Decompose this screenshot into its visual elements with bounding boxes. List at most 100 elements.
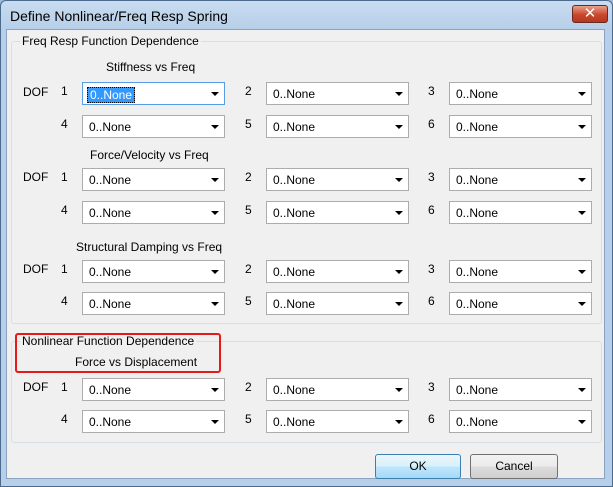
dof-number: 4 bbox=[61, 294, 68, 308]
damping-dof5-dropdown[interactable]: 0..None bbox=[266, 292, 409, 315]
dof-number: 1 bbox=[61, 84, 68, 98]
stiffness-dof3-dropdown[interactable]: 0..None bbox=[449, 82, 592, 105]
dof-number: 2 bbox=[245, 380, 252, 394]
force-velocity-dof2-dropdown[interactable]: 0..None bbox=[266, 168, 409, 191]
dropdown-value: 0..None bbox=[456, 297, 499, 311]
dof-number: 3 bbox=[428, 170, 435, 184]
dof-number: 6 bbox=[428, 412, 435, 426]
chevron-down-icon bbox=[395, 125, 403, 129]
dropdown-value: 0..None bbox=[89, 173, 132, 187]
dof-number: 5 bbox=[245, 203, 252, 217]
chevron-down-icon bbox=[578, 92, 586, 96]
dropdown-value: 0..None bbox=[456, 265, 499, 279]
force-displacement-dof3-dropdown[interactable]: 0..None bbox=[449, 378, 592, 401]
force-velocity-dof1-dropdown[interactable]: 0..None bbox=[82, 168, 225, 191]
chevron-down-icon bbox=[578, 178, 586, 182]
chevron-down-icon bbox=[395, 211, 403, 215]
dropdown-value: 0..None bbox=[273, 415, 316, 429]
chevron-down-icon bbox=[211, 302, 219, 306]
damping-dof4-dropdown[interactable]: 0..None bbox=[82, 292, 225, 315]
dropdown-value: 0..None bbox=[273, 87, 316, 101]
dropdown-value: 0..None bbox=[89, 265, 132, 279]
dropdown-value: 0..None bbox=[89, 415, 132, 429]
ok-button[interactable]: OK bbox=[375, 454, 461, 479]
stiffness-dof2-dropdown[interactable]: 0..None bbox=[266, 82, 409, 105]
force-displacement-dof6-dropdown[interactable]: 0..None bbox=[449, 410, 592, 433]
force-velocity-dof6-dropdown[interactable]: 0..None bbox=[449, 201, 592, 224]
dof-number: 3 bbox=[428, 84, 435, 98]
stiffness-dof6-dropdown[interactable]: 0..None bbox=[449, 115, 592, 138]
damping-dof1-dropdown[interactable]: 0..None bbox=[82, 260, 225, 283]
dof-number: 2 bbox=[245, 84, 252, 98]
dropdown-value: 0..None bbox=[89, 297, 132, 311]
dropdown-value: 0..None bbox=[273, 120, 316, 134]
dropdown-value: 0..None bbox=[87, 87, 136, 103]
chevron-down-icon bbox=[395, 388, 403, 392]
chevron-down-icon bbox=[578, 302, 586, 306]
force-displacement-dof1-dropdown[interactable]: 0..None bbox=[82, 378, 225, 401]
chevron-down-icon bbox=[395, 420, 403, 424]
dof-number: 1 bbox=[61, 262, 68, 276]
dropdown-value: 0..None bbox=[456, 383, 499, 397]
section-title-stiffness: Stiffness vs Freq bbox=[106, 60, 196, 74]
close-icon: ✕ bbox=[583, 4, 597, 22]
dof-number: 2 bbox=[245, 262, 252, 276]
stiffness-dof5-dropdown[interactable]: 0..None bbox=[266, 115, 409, 138]
chevron-down-icon bbox=[395, 270, 403, 274]
dropdown-value: 0..None bbox=[456, 415, 499, 429]
force-displacement-dof5-dropdown[interactable]: 0..None bbox=[266, 410, 409, 433]
chevron-down-icon bbox=[211, 420, 219, 424]
window-title: Define Nonlinear/Freq Resp Spring bbox=[10, 8, 228, 24]
dof-label: DOF bbox=[23, 85, 49, 99]
damping-dof6-dropdown[interactable]: 0..None bbox=[449, 292, 592, 315]
chevron-down-icon bbox=[395, 92, 403, 96]
dropdown-value: 0..None bbox=[273, 265, 316, 279]
chevron-down-icon bbox=[395, 178, 403, 182]
dof-number: 6 bbox=[428, 203, 435, 217]
chevron-down-icon bbox=[395, 302, 403, 306]
force-displacement-dof2-dropdown[interactable]: 0..None bbox=[266, 378, 409, 401]
chevron-down-icon bbox=[578, 270, 586, 274]
chevron-down-icon bbox=[211, 211, 219, 215]
stiffness-dof4-dropdown[interactable]: 0..None bbox=[82, 115, 225, 138]
force-displacement-dof4-dropdown[interactable]: 0..None bbox=[82, 410, 225, 433]
dof-number: 6 bbox=[428, 117, 435, 131]
dropdown-value: 0..None bbox=[456, 87, 499, 101]
chevron-down-icon bbox=[211, 178, 219, 182]
dropdown-value: 0..None bbox=[273, 173, 316, 187]
section-title-force-velocity: Force/Velocity vs Freq bbox=[90, 148, 209, 162]
freq-resp-group-label: Freq Resp Function Dependence bbox=[20, 34, 201, 48]
dropdown-value: 0..None bbox=[273, 383, 316, 397]
chevron-down-icon bbox=[578, 388, 586, 392]
dof-number: 6 bbox=[428, 294, 435, 308]
cancel-button[interactable]: Cancel bbox=[470, 454, 558, 479]
dof-label: DOF bbox=[23, 380, 49, 394]
dof-number: 5 bbox=[245, 294, 252, 308]
dropdown-value: 0..None bbox=[89, 383, 132, 397]
chevron-down-icon bbox=[211, 92, 219, 96]
force-velocity-dof5-dropdown[interactable]: 0..None bbox=[266, 201, 409, 224]
dof-number: 5 bbox=[245, 412, 252, 426]
dof-number: 2 bbox=[245, 170, 252, 184]
damping-dof2-dropdown[interactable]: 0..None bbox=[266, 260, 409, 283]
force-velocity-dof4-dropdown[interactable]: 0..None bbox=[82, 201, 225, 224]
dropdown-value: 0..None bbox=[456, 120, 499, 134]
dof-number: 4 bbox=[61, 203, 68, 217]
dropdown-value: 0..None bbox=[273, 297, 316, 311]
stiffness-dof1-dropdown[interactable]: 0..None bbox=[82, 82, 225, 105]
damping-dof3-dropdown[interactable]: 0..None bbox=[449, 260, 592, 283]
chevron-down-icon bbox=[211, 270, 219, 274]
dropdown-value: 0..None bbox=[89, 206, 132, 220]
dof-number: 3 bbox=[428, 380, 435, 394]
chevron-down-icon bbox=[211, 125, 219, 129]
dropdown-value: 0..None bbox=[456, 173, 499, 187]
dropdown-value: 0..None bbox=[456, 206, 499, 220]
chevron-down-icon bbox=[578, 211, 586, 215]
dof-number: 5 bbox=[245, 117, 252, 131]
dof-label: DOF bbox=[23, 170, 49, 184]
close-button[interactable]: ✕ bbox=[572, 4, 608, 23]
title-bar[interactable]: Define Nonlinear/Freq Resp Spring ✕ bbox=[1, 1, 612, 31]
chevron-down-icon bbox=[578, 420, 586, 424]
force-velocity-dof3-dropdown[interactable]: 0..None bbox=[449, 168, 592, 191]
section-title-structural-damping: Structural Damping vs Freq bbox=[76, 240, 223, 254]
